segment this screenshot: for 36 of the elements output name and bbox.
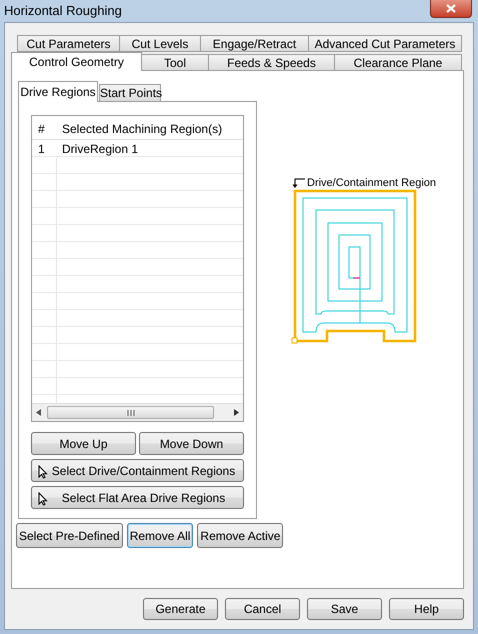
column-header: Selected Machining Region(s): [61, 121, 224, 138]
cursor-icon: [38, 492, 48, 506]
select-regions-button[interactable]: Select Drive/Containment Regions: [31, 459, 244, 482]
scroll-left-icon: [36, 409, 41, 416]
scroll-right-icon: [234, 409, 239, 416]
region-button[interactable]: Remove Active: [197, 523, 284, 548]
window-title: Horizontal Roughing: [4, 2, 122, 18]
cursor-icon: [38, 465, 48, 479]
tab[interactable]: Start Points: [99, 84, 161, 102]
tab[interactable]: Cut Levels: [119, 35, 201, 52]
footer-button[interactable]: Save: [307, 598, 382, 620]
table-cell-text: 1: [37, 141, 46, 156]
table-cell-text: DriveRegion 1: [61, 141, 140, 156]
close-icon: [446, 4, 456, 13]
list-button[interactable]: Move Down: [139, 432, 244, 455]
tab[interactable]: Tool: [141, 54, 209, 71]
tab[interactable]: Clearance Plane: [334, 54, 462, 71]
tab[interactable]: Control Geometry: [11, 52, 142, 71]
tab[interactable]: Drive Regions: [18, 81, 98, 102]
grip-icon: [126, 410, 134, 416]
horizontal-scrollbar[interactable]: [32, 403, 243, 421]
region-button[interactable]: Remove All: [126, 523, 194, 548]
region-label: Drive/Containment Region: [307, 177, 436, 189]
region-button[interactable]: Select Pre-Defined: [16, 523, 123, 548]
tab[interactable]: Engage/Retract: [200, 35, 309, 52]
close-button[interactable]: [430, 0, 472, 18]
select-regions-button[interactable]: Select Flat Area Drive Regions: [31, 486, 244, 509]
footer-button[interactable]: Generate: [143, 598, 218, 620]
tab[interactable]: Advanced Cut Parameters: [308, 35, 462, 52]
scroll-thumb[interactable]: [47, 406, 214, 419]
list-button[interactable]: Move Up: [31, 432, 136, 455]
column-header: #: [37, 121, 46, 138]
footer-button[interactable]: Help: [389, 598, 464, 620]
footer-button[interactable]: Cancel: [225, 598, 300, 620]
tab[interactable]: Feeds & Speeds: [208, 54, 335, 71]
tab[interactable]: Cut Parameters: [17, 35, 120, 52]
